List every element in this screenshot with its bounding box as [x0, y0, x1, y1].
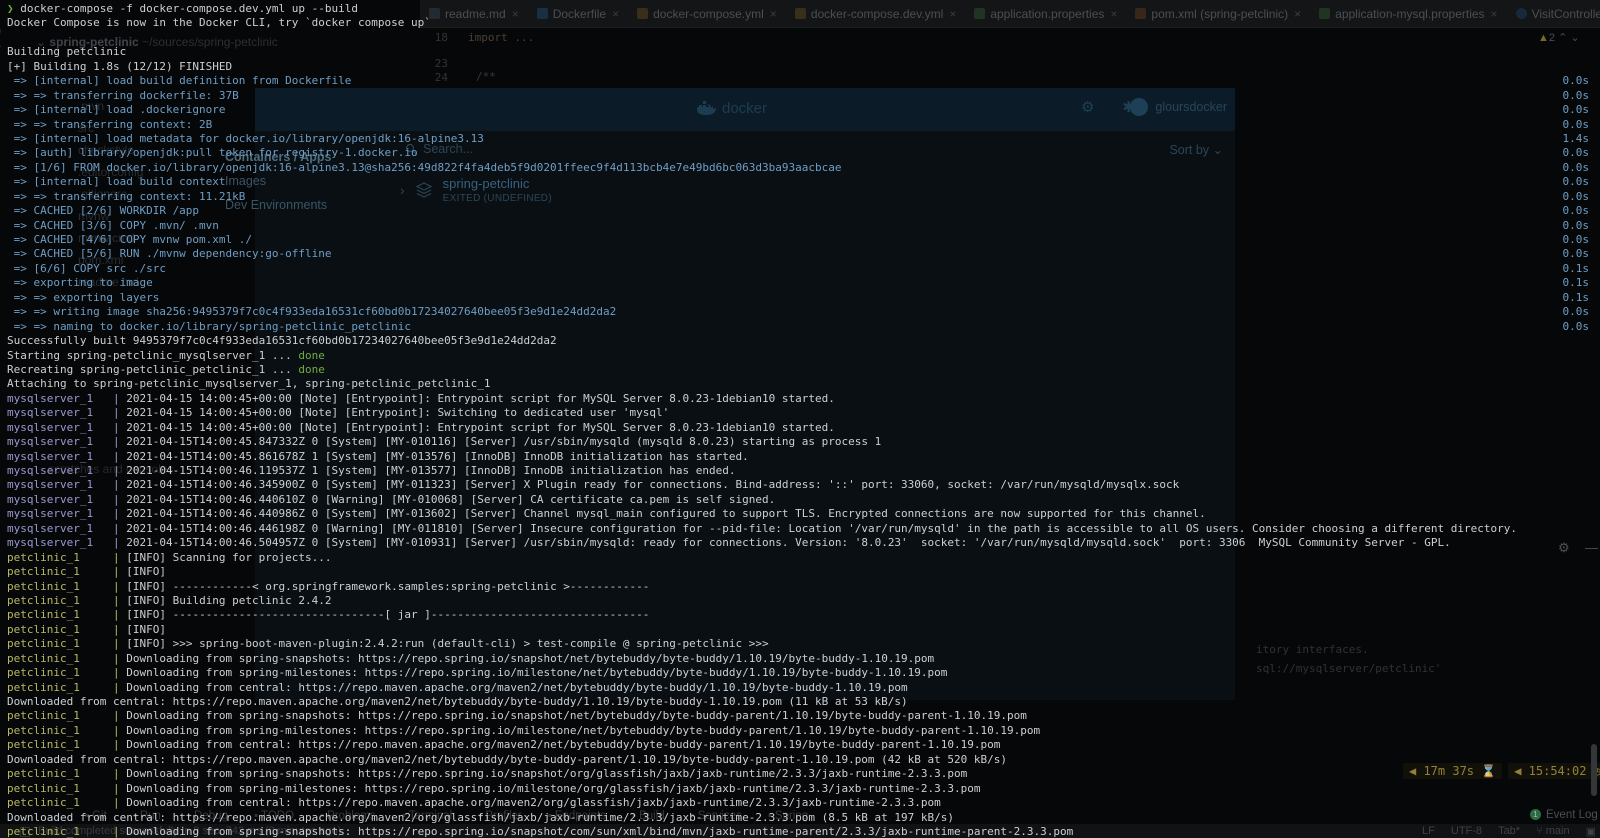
terminal-line: => [auth] library/openjdk:pull token for… — [7, 146, 1590, 160]
step-duration: 0.0s — [1562, 175, 1590, 189]
terminal-line: mysqlserver_1 | 2021-04-15 14:00:45+00:0… — [7, 391, 835, 405]
terminal-line: petclinic_1 | [INFO] Building petclinic … — [7, 593, 332, 607]
step-duration: 0.0s — [1562, 247, 1590, 261]
terminal-line: petclinic_1 | [INFO] Scanning for projec… — [7, 550, 332, 564]
terminal-line: petclinic_1 | Downloading from spring-sn… — [7, 767, 968, 781]
screen: readme.md × Dockerfile × docker-compose.yml ×… — [0, 0, 1600, 838]
terminal-line: petclinic_1 | Downloading from spring-mi… — [7, 781, 981, 795]
terminal-line: Building petclinic — [7, 45, 127, 59]
terminal-line: => CACHED [2/6] WORKDIR /app 0.0s — [7, 204, 1590, 218]
terminal-line: mysqlserver_1 | 2021-04-15T14:00:46.4461… — [7, 521, 1517, 535]
terminal-line: => CACHED [3/6] COPY .mvn/ .mvn 0.0s — [7, 218, 1590, 232]
terminal-line: => [internal] load metadata for docker.i… — [7, 131, 1590, 145]
terminal-line: => => transferring context: 2B 0.0s — [7, 117, 1590, 131]
terminal-line: petclinic_1 | Downloading from spring-sn… — [7, 824, 1074, 838]
step-duration: 0.0s — [1562, 189, 1590, 203]
terminal-line: petclinic_1 | Downloading from central: … — [7, 738, 1001, 752]
terminal-line: mysqlserver_1 | 2021-04-15T14:00:46.1195… — [7, 464, 736, 477]
terminal-line: => => transferring context: 11.21kB 0.0s — [7, 189, 1590, 203]
terminal-line: Successfully built 9495379f7c0c4f933eda1… — [7, 334, 557, 348]
step-duration: 0.0s — [1562, 305, 1590, 319]
terminal-line: mysqlserver_1 | 2021-04-15T14:00:45.8616… — [7, 449, 749, 463]
terminal-line: mysqlserver_1 | 2021-04-15T14:00:45.8473… — [7, 435, 882, 449]
terminal-line: ❯ docker-compose -f docker-compose.dev.y… — [7, 2, 359, 15]
terminal-line: petclinic_1 | Downloading from central: … — [7, 680, 908, 694]
step-duration: 0.1s — [1562, 261, 1590, 275]
terminal-line: Recreating spring-petclinic_petclinic_1 … — [7, 362, 325, 376]
terminal-line: => CACHED [5/6] RUN ./mvnw dependency:go… — [7, 247, 1590, 261]
terminal-line: Downloaded from central: https://repo.ma… — [7, 752, 1008, 766]
terminal-line: mysqlserver_1 | 2021-04-15 14:00:45+00:0… — [7, 420, 835, 434]
terminal-line: => => writing image sha256:9495379f7c0c4… — [7, 305, 1590, 319]
step-duration: 0.0s — [1562, 233, 1590, 246]
terminal-line: petclinic_1 | Downloading from spring-mi… — [7, 666, 948, 680]
terminal-line: [+] Building 1.8s (12/12) FINISHED — [7, 59, 233, 73]
terminal-line: => exporting to image 0.1s — [7, 276, 1590, 290]
terminal-line: => [1/6] FROM docker.io/library/openjdk:… — [7, 160, 1590, 174]
terminal-line: mysqlserver_1 | 2021-04-15 14:00:45+00:0… — [7, 406, 670, 420]
terminal-line: petclinic_1 | [INFO] — [7, 622, 173, 636]
terminal-line: => CACHED [4/6] COPY mvnw pom.xml ./0.0s — [7, 233, 1590, 246]
step-duration: 0.0s — [1562, 117, 1590, 131]
step-duration: 0.0s — [1562, 103, 1590, 117]
terminal-line: mysqlserver_1 | 2021-04-15T14:00:46.4409… — [7, 507, 1206, 521]
terminal-line: => [6/6] COPY src ./src 0.1s — [7, 261, 1590, 275]
terminal-line: petclinic_1 | Downloading from central: … — [7, 796, 941, 810]
terminal-line: petclinic_1 | [INFO] -------------------… — [7, 608, 650, 622]
step-duration: 0.0s — [1562, 218, 1590, 232]
step-duration: 0.0s — [1562, 204, 1590, 218]
step-duration: 0.0s — [1562, 146, 1590, 160]
terminal-line: => [internal] load .dockerignore 0.0s — [7, 103, 1590, 117]
terminal-line: Docker Compose is now in the Docker CLI,… — [7, 16, 431, 30]
terminal-line: petclinic_1 | [INFO] ------------< org.s… — [7, 579, 650, 593]
terminal-line: => => transferring dockerfile: 37B 0.0s — [7, 88, 1590, 102]
step-duration: 0.0s — [1562, 74, 1590, 88]
step-duration: 0.1s — [1562, 290, 1590, 304]
terminal-line: mysqlserver_1 | 2021-04-15T14:00:46.3459… — [7, 478, 1180, 492]
terminal-line: petclinic_1 | Downloading from spring-sn… — [7, 651, 935, 665]
terminal-line: petclinic_1 | [INFO] >>> spring-boot-mav… — [7, 637, 769, 651]
terminal-line: Downloaded from central: https://repo.ma… — [7, 695, 908, 708]
step-duration: 1.4s — [1562, 131, 1590, 145]
terminal-line: petclinic_1 | Downloading from spring-mi… — [7, 723, 1041, 737]
terminal-line: => => naming to docker.io/library/spring… — [7, 319, 1590, 333]
terminal-line: mysqlserver_1 | 2021-04-15T14:00:46.4406… — [7, 492, 776, 506]
terminal[interactable]: ❯ docker-compose -f docker-compose.dev.y… — [0, 0, 1600, 838]
terminal-line: Downloaded from central: https://repo.ma… — [7, 810, 955, 824]
step-duration: 0.1s — [1562, 276, 1590, 290]
terminal-line: Starting spring-petclinic_mysqlserver_1 … — [7, 348, 325, 362]
terminal-line: mysqlserver_1 | 2021-04-15T14:00:46.5049… — [7, 536, 1451, 550]
step-duration: 0.0s — [1562, 88, 1590, 102]
terminal-line: => => exporting layers 0.1s — [7, 290, 1590, 304]
step-duration: 0.0s — [1562, 160, 1590, 174]
terminal-line: => [internal] load build definition from… — [7, 74, 1590, 88]
terminal-line: petclinic_1 | Downloading from spring-sn… — [7, 709, 1027, 723]
step-duration: 0.0s — [1562, 319, 1590, 333]
terminal-line: Attaching to spring-petclinic_mysqlserve… — [7, 377, 491, 391]
terminal-line: petclinic_1 | [INFO] — [7, 565, 173, 579]
terminal-line: => [internal] load build context 0.0s — [7, 175, 1590, 189]
